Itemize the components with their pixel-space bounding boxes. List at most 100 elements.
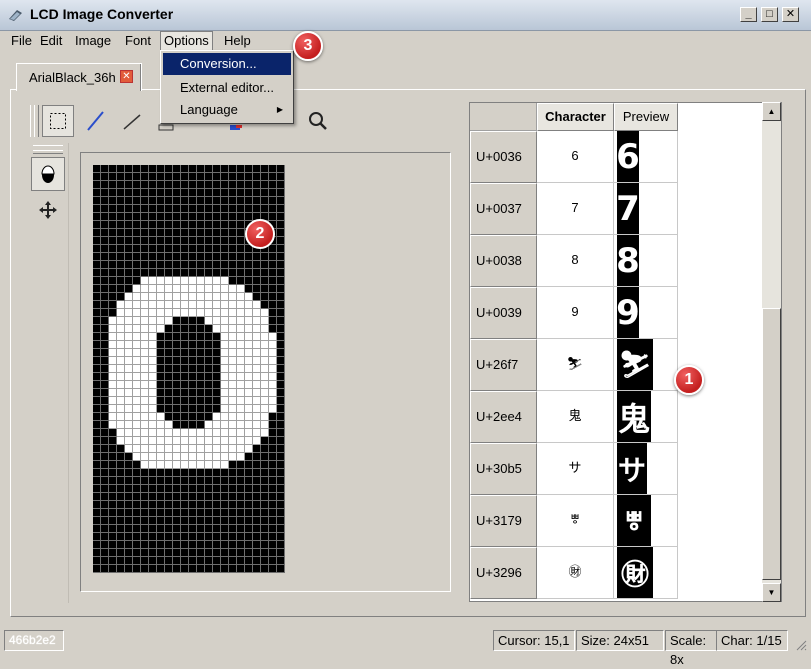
pixel-off[interactable]: [253, 469, 261, 477]
pixel-off[interactable]: [213, 549, 221, 557]
row-preview[interactable]: ㊖: [614, 547, 678, 599]
pixel-off[interactable]: [93, 221, 101, 229]
pixel-off[interactable]: [93, 309, 101, 317]
pixel-off[interactable]: [149, 509, 157, 517]
pixel-off[interactable]: [269, 293, 277, 301]
pixel-off[interactable]: [165, 205, 173, 213]
pixel-off[interactable]: [269, 277, 277, 285]
pixel-off[interactable]: [117, 229, 125, 237]
pixel-on[interactable]: [245, 389, 253, 397]
pixel-on[interactable]: [229, 349, 237, 357]
pixel-off[interactable]: [165, 325, 173, 333]
pixel-off[interactable]: [205, 325, 213, 333]
pixel-on[interactable]: [149, 293, 157, 301]
pixel-off[interactable]: [149, 269, 157, 277]
pixel-off[interactable]: [141, 261, 149, 269]
pixel-on[interactable]: [133, 453, 141, 461]
pixel-off[interactable]: [181, 261, 189, 269]
pixel-off[interactable]: [221, 245, 229, 253]
pixel-on[interactable]: [141, 349, 149, 357]
pixel-off[interactable]: [109, 221, 117, 229]
pixel-off[interactable]: [125, 261, 133, 269]
pixel-on[interactable]: [117, 421, 125, 429]
pixel-off[interactable]: [165, 501, 173, 509]
pixel-off[interactable]: [125, 277, 133, 285]
pixel-off[interactable]: [93, 357, 101, 365]
pixel-off[interactable]: [229, 557, 237, 565]
pixel-off[interactable]: [221, 477, 229, 485]
pixel-off[interactable]: [237, 549, 245, 557]
pixel-off[interactable]: [149, 197, 157, 205]
pixel-off[interactable]: [277, 469, 285, 477]
pixel-off[interactable]: [133, 165, 141, 173]
pixel-off[interactable]: [149, 245, 157, 253]
pixel-on[interactable]: [125, 333, 133, 341]
pixel-on[interactable]: [213, 293, 221, 301]
pixel-off[interactable]: [261, 189, 269, 197]
pixel-on[interactable]: [261, 333, 269, 341]
pixel-off[interactable]: [173, 365, 181, 373]
pixel-off[interactable]: [237, 237, 245, 245]
pixel-off[interactable]: [253, 501, 261, 509]
pixel-off[interactable]: [205, 405, 213, 413]
pixel-off[interactable]: [213, 213, 221, 221]
pixel-on[interactable]: [213, 461, 221, 469]
pixel-off[interactable]: [205, 333, 213, 341]
pixel-off[interactable]: [253, 485, 261, 493]
pixel-off[interactable]: [141, 237, 149, 245]
pixel-off[interactable]: [173, 197, 181, 205]
pixel-off[interactable]: [277, 509, 285, 517]
pixel-off[interactable]: [261, 453, 269, 461]
pixel-off[interactable]: [157, 525, 165, 533]
pixel-on[interactable]: [141, 373, 149, 381]
pixel-off[interactable]: [125, 197, 133, 205]
pixel-off[interactable]: [133, 213, 141, 221]
pixel-on[interactable]: [253, 405, 261, 413]
pixel-off[interactable]: [197, 373, 205, 381]
pixel-off[interactable]: [173, 485, 181, 493]
pixel-off[interactable]: [117, 445, 125, 453]
pixel-off[interactable]: [189, 485, 197, 493]
pixel-off[interactable]: [197, 197, 205, 205]
pixel-off[interactable]: [101, 309, 109, 317]
pixel-off[interactable]: [189, 237, 197, 245]
pixel-on[interactable]: [189, 445, 197, 453]
pixel-off[interactable]: [277, 397, 285, 405]
pixel-on[interactable]: [141, 309, 149, 317]
pixel-off[interactable]: [221, 229, 229, 237]
menu-item-conversion[interactable]: Conversion...: [163, 53, 291, 75]
pixel-on[interactable]: [149, 333, 157, 341]
pixel-off[interactable]: [229, 221, 237, 229]
pixel-on[interactable]: [213, 317, 221, 325]
pixel-off[interactable]: [245, 509, 253, 517]
pixel-off[interactable]: [133, 565, 141, 573]
pixel-off[interactable]: [277, 325, 285, 333]
pixel-off[interactable]: [93, 205, 101, 213]
pixel-off[interactable]: [149, 229, 157, 237]
pixel-on[interactable]: [221, 445, 229, 453]
pixel-off[interactable]: [261, 477, 269, 485]
pixel-off[interactable]: [237, 525, 245, 533]
pixel-off[interactable]: [149, 565, 157, 573]
pixel-on[interactable]: [149, 301, 157, 309]
pixel-off[interactable]: [253, 461, 261, 469]
pixel-off[interactable]: [245, 485, 253, 493]
pixel-on[interactable]: [245, 341, 253, 349]
pixel-off[interactable]: [157, 181, 165, 189]
pixel-off[interactable]: [93, 461, 101, 469]
pixel-on[interactable]: [221, 301, 229, 309]
pixel-on[interactable]: [221, 277, 229, 285]
pixel-off[interactable]: [133, 197, 141, 205]
character-table[interactable]: Character Preview U+0036 6 6 U+0037 7 7 U+0038…: [469, 102, 782, 602]
pixel-off[interactable]: [125, 237, 133, 245]
pixel-off[interactable]: [213, 389, 221, 397]
pixel-on[interactable]: [165, 293, 173, 301]
pixel-off[interactable]: [269, 253, 277, 261]
pixel-off[interactable]: [205, 349, 213, 357]
pixel-off[interactable]: [181, 213, 189, 221]
scroll-thumb[interactable]: [762, 308, 781, 580]
pixel-off[interactable]: [229, 277, 237, 285]
pixel-on[interactable]: [197, 301, 205, 309]
menu-options[interactable]: Options: [160, 31, 213, 51]
pixel-off[interactable]: [237, 509, 245, 517]
